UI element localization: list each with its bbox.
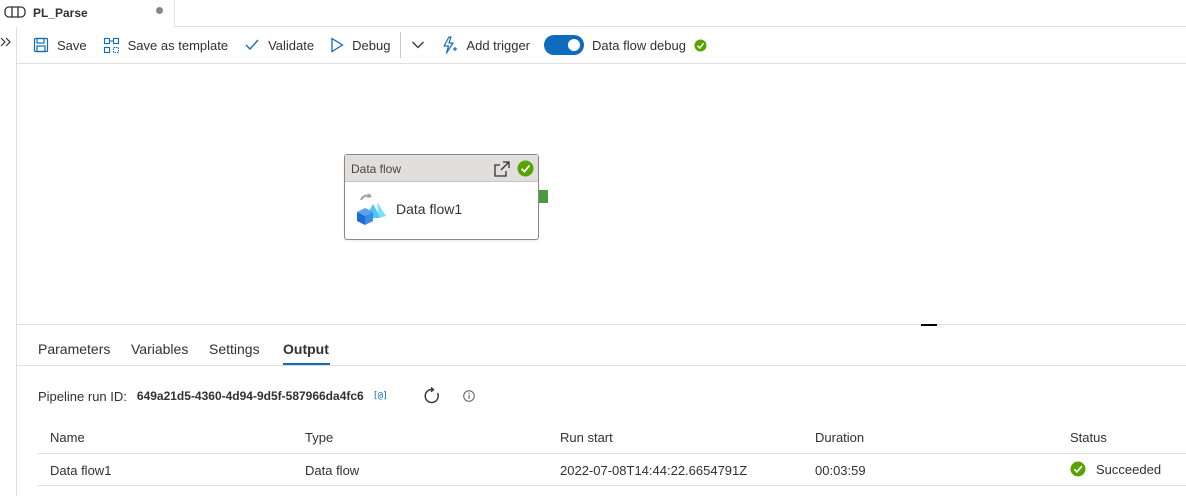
panel-splitter[interactable]: [17, 324, 1186, 325]
refresh-icon[interactable]: [423, 387, 441, 405]
tab-parameters[interactable]: Parameters: [38, 341, 110, 357]
column-header-duration[interactable]: Duration: [815, 430, 864, 445]
activity-output-port[interactable]: [539, 190, 548, 203]
save-as-template-button[interactable]: Save as template: [95, 27, 236, 64]
add-trigger-button[interactable]: Add trigger: [433, 27, 538, 64]
pipeline-canvas[interactable]: Data flow Data flow1: [17, 64, 1186, 324]
cell-name: Data flow1: [50, 463, 112, 478]
left-rail: [0, 27, 17, 496]
tab-title: PL_Parse: [33, 6, 88, 20]
activity-name: Data flow1: [396, 201, 463, 217]
data-flow-debug-toggle[interactable]: [544, 35, 585, 55]
pipeline-run-id-label: Pipeline run ID:: [38, 388, 127, 404]
unsaved-indicator-icon: [156, 7, 163, 14]
table-header-row: Name Type Run start Duration Status: [38, 422, 1186, 454]
validate-button[interactable]: Validate: [236, 27, 322, 64]
tab-strip: PL_Parse: [0, 0, 1186, 27]
cell-duration: 00:03:59: [815, 463, 866, 478]
checkmark-icon: [245, 39, 259, 51]
activity-header: Data flow: [345, 155, 538, 182]
activity-type: Data flow: [351, 162, 402, 176]
cell-type: Data flow: [305, 463, 360, 478]
active-tab-indicator: [283, 363, 330, 365]
status-text: Succeeded: [1096, 461, 1162, 477]
tab-pipeline[interactable]: PL_Parse: [0, 0, 175, 27]
column-header-name[interactable]: Name: [50, 430, 85, 445]
debug-button[interactable]: Debug: [322, 27, 398, 64]
play-icon: [331, 37, 344, 53]
chevron-down-icon: [412, 41, 425, 49]
debug-options-dropdown[interactable]: [403, 27, 433, 64]
cell-run-start: 2022-07-08T14:44:22.6654791Z: [560, 463, 748, 478]
copy-icon[interactable]: [@]: [373, 391, 388, 401]
activity-data-flow[interactable]: Data flow Data flow1: [344, 154, 539, 240]
save-icon: [33, 37, 49, 53]
expand-chevron-icon[interactable]: [0, 35, 14, 49]
column-header-type[interactable]: Type: [305, 430, 333, 445]
data-flow-debug-label: Data flow debug: [592, 37, 686, 53]
column-header-run-start[interactable]: Run start: [560, 430, 613, 445]
data-flow-icon: [357, 193, 386, 225]
tab-variables[interactable]: Variables: [131, 341, 188, 357]
cell-status: Succeeded: [1070, 461, 1161, 477]
template-icon: [103, 37, 119, 53]
pipeline-icon: [4, 6, 26, 18]
success-check-icon: [517, 160, 534, 177]
bottom-panel-tabs: Parameters Variables Settings Output: [17, 330, 1186, 366]
tab-settings[interactable]: Settings: [209, 341, 260, 357]
save-button[interactable]: Save: [17, 27, 95, 64]
pipeline-run-id-row: Pipeline run ID: 649a21d5-4360-4d94-9d5f…: [38, 387, 476, 405]
info-icon[interactable]: [463, 390, 476, 402]
toolbar-separator: [400, 32, 402, 58]
toolbar: Save Save as template Validate Debug Add…: [17, 27, 1186, 64]
tab-output[interactable]: Output: [283, 341, 329, 357]
success-check-icon: [1070, 461, 1086, 477]
table-row[interactable]: Data flow1 Data flow 2022-07-08T14:44:22…: [38, 454, 1186, 486]
splitter-grip-icon[interactable]: [921, 324, 937, 326]
pipeline-run-id-value: 649a21d5-4360-4d94-9d5f-587966da4fc6: [136, 389, 364, 403]
success-check-icon: [694, 39, 707, 51]
data-flow-debug-toggle-group: Data flow debug: [538, 35, 707, 55]
open-external-icon[interactable]: [493, 160, 511, 178]
column-header-status[interactable]: Status: [1070, 430, 1107, 445]
lightning-icon: [443, 36, 458, 54]
activity-runs-table: Name Type Run start Duration Status Data…: [38, 422, 1186, 486]
